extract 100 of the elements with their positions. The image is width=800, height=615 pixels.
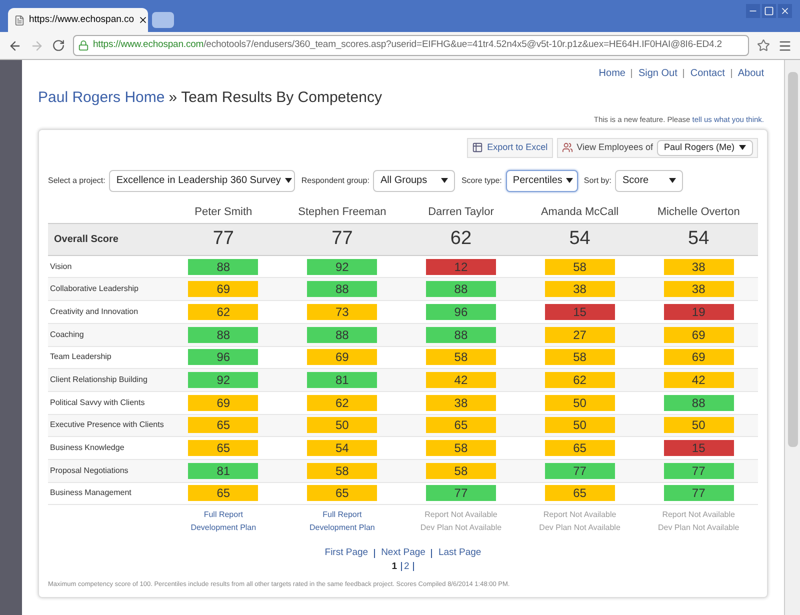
employee-select[interactable]: Paul Rogers (Me)	[657, 140, 753, 156]
score-cell: 12	[426, 258, 496, 275]
filter-select[interactable]: Score	[615, 170, 684, 192]
caret-icon	[284, 178, 292, 184]
score-cell: 38	[664, 258, 734, 275]
score-cell: 62	[544, 372, 615, 388]
view-employees-label: View Employees of	[576, 141, 653, 154]
filter-select[interactable]: Excellence in Leadership 360 Survey	[109, 170, 296, 192]
report-link[interactable]: Development Plan	[310, 522, 375, 534]
breadcrumb-link[interactable]: Paul Rogers Home	[38, 87, 165, 110]
score-cell: 73	[307, 304, 378, 320]
back-icon[interactable]	[8, 38, 22, 52]
competency-name: Vision	[49, 262, 73, 272]
competency-name: Business Knowledge	[49, 443, 126, 454]
score-cell: 38	[664, 281, 734, 298]
score-cell: 38	[426, 394, 496, 411]
scrollbar[interactable]	[784, 60, 800, 615]
status-text: Dev Plan Not Available	[658, 522, 740, 534]
caret-icon	[566, 178, 574, 184]
score-cell: 65	[544, 440, 615, 456]
bookmark-star-icon[interactable]	[757, 39, 770, 52]
competency-name: Executive Presence with Clients	[49, 420, 164, 430]
score-cell: 69	[307, 349, 378, 366]
score-cell: 58	[426, 462, 496, 479]
status-text: Dev Plan Not Available	[420, 522, 502, 534]
score-cell: 65	[188, 417, 258, 434]
export-button[interactable]: Export to Excel	[467, 138, 553, 158]
score-cell: 27	[544, 326, 615, 343]
competency-name: Collaborative Leadership	[49, 284, 140, 294]
score-cell: 88	[426, 326, 496, 343]
address-bar[interactable]: https://www.echospan.com/echotools7/endusers/360_team_scores.asp?userid=EIFHG&ue=41tr4.52n4x5@v5t-10r.p1z&uex=HE64H.IF0HAI@8I6-ED4.2	[73, 35, 749, 56]
competency-name: Proposal Negotiations	[49, 466, 130, 476]
person-name: Stephen Freeman	[297, 205, 388, 220]
overall-score: 77	[330, 227, 354, 251]
status-text: Report Not Available	[543, 509, 616, 522]
spreadsheet-icon	[472, 142, 484, 154]
pager-link[interactable]: Last Page	[438, 546, 482, 561]
close-icon[interactable]	[138, 15, 148, 25]
score-cell: 62	[307, 394, 378, 411]
score-cell: 58	[544, 258, 615, 275]
top-nav-link[interactable]: About	[738, 66, 764, 81]
top-nav-link[interactable]: Home	[598, 66, 626, 81]
caret-icon	[739, 145, 746, 150]
top-nav-link[interactable]: Contact	[690, 66, 725, 81]
breadcrumb-separator: »	[168, 88, 178, 108]
score-cell: 81	[307, 372, 378, 388]
caret-icon	[441, 178, 448, 184]
score-cell: 65	[307, 485, 378, 502]
filter-select[interactable]: All Groups	[373, 170, 456, 192]
filter-select[interactable]: Percentiles	[506, 170, 578, 192]
filter-label: Respondent group:	[301, 174, 370, 187]
score-cell: 58	[426, 440, 496, 456]
score-cell: 65	[188, 485, 258, 502]
page-number-link[interactable]: 1	[392, 560, 397, 572]
reload-icon[interactable]	[52, 39, 65, 52]
person-name: Peter Smith	[194, 205, 254, 220]
score-cell: 69	[664, 326, 734, 343]
status-text: Report Not Available	[662, 509, 735, 522]
score-cell: 77	[664, 485, 734, 502]
score-cell: 42	[426, 372, 496, 388]
filter-label: Score type:	[461, 174, 502, 187]
score-cell: 77	[544, 462, 615, 479]
score-cell: 92	[307, 258, 378, 275]
overall-score: 62	[449, 227, 473, 251]
score-cell: 92	[188, 372, 258, 388]
top-nav-link[interactable]: Sign Out	[638, 66, 678, 81]
score-cell: 69	[664, 349, 734, 366]
competency-name: Team Leadership	[49, 352, 112, 362]
score-cell: 50	[544, 394, 615, 411]
overall-score: 54	[568, 227, 592, 251]
score-cell: 58	[426, 349, 496, 366]
report-link[interactable]: Full Report	[204, 509, 243, 522]
browser-tab[interactable]: https://www.echospan.co	[8, 8, 148, 32]
competency-name: Political Savvy with Clients	[49, 398, 146, 408]
score-cell: 54	[307, 440, 378, 456]
person-name: Darren Taylor	[427, 205, 495, 220]
filter-label: Select a project:	[48, 174, 106, 187]
pager-link[interactable]: First Page	[324, 546, 368, 561]
score-cell: 88	[307, 326, 378, 343]
score-cell: 77	[664, 462, 734, 479]
score-cell: 38	[544, 281, 615, 298]
maximize-icon[interactable]	[762, 4, 776, 18]
competency-name: Business Management	[49, 488, 132, 498]
menu-icon[interactable]	[778, 38, 792, 52]
report-link[interactable]: Full Report	[322, 509, 362, 522]
score-cell: 42	[664, 372, 734, 388]
score-cell: 88	[426, 281, 496, 298]
status-text: Report Not Available	[424, 509, 498, 522]
score-cell: 88	[188, 326, 258, 343]
score-cell: 62	[188, 304, 258, 320]
pager-link[interactable]: Next Page	[381, 546, 426, 561]
minimize-icon[interactable]	[746, 4, 760, 18]
people-icon	[562, 142, 573, 154]
person-name: Michelle Overton	[656, 205, 741, 220]
page-number-link[interactable]: 2	[404, 560, 410, 572]
score-cell: 77	[426, 485, 496, 502]
competency-name: Client Relationship Building	[49, 375, 148, 386]
competency-name: Coaching	[49, 330, 85, 340]
report-link[interactable]: Development Plan	[190, 522, 256, 534]
score-cell: 65	[426, 417, 496, 434]
